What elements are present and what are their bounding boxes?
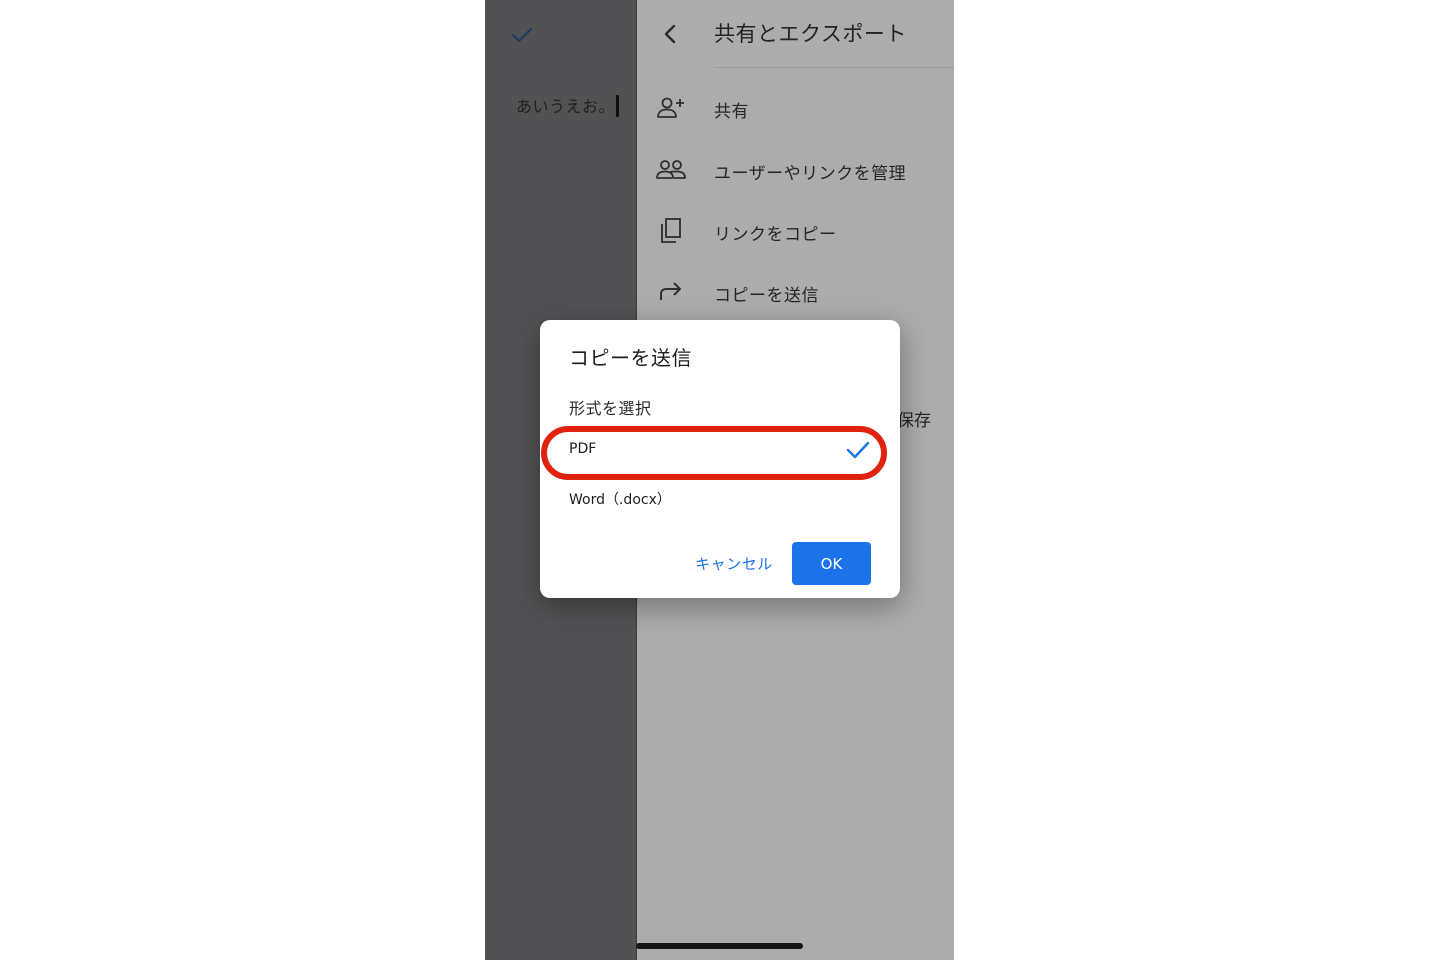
menu-item-save-partial[interactable]: 保存 [897, 406, 931, 431]
menu-item-label: リンクをコピー [714, 225, 837, 245]
chevron-left-icon [664, 24, 676, 44]
format-option-word[interactable]: Word（.docx） [540, 476, 900, 520]
format-option-pdf[interactable]: PDF [540, 428, 900, 472]
check-icon [846, 441, 870, 459]
copy-icon [655, 215, 687, 247]
cancel-button[interactable]: キャンセル [690, 542, 778, 585]
dialog-subtitle: 形式を選択 [569, 399, 652, 418]
menu-item-label: ユーザーやリンクを管理 [714, 164, 907, 184]
forward-arrow-icon [655, 276, 687, 308]
menu-item-manage-access[interactable]: ユーザーやリンクを管理 [637, 142, 954, 198]
back-button[interactable] [657, 20, 685, 48]
menu-item-copy-link[interactable]: リンクをコピー [637, 203, 954, 259]
option-label: Word（.docx） [569, 492, 671, 508]
screen: あいうえお。 共有とエクスポート 共有 ユーザーやリンクを管理 リンクをコピー … [0, 0, 1440, 960]
home-indicator [636, 943, 803, 949]
menu-item-share[interactable]: 共有 [637, 80, 954, 136]
text-cursor [616, 95, 619, 117]
menu-item-send-copy[interactable]: コピーを送信 [637, 264, 954, 320]
person-add-icon [655, 92, 687, 124]
option-label: PDF [569, 441, 597, 457]
people-icon [655, 154, 687, 186]
dialog-title: コピーを送信 [569, 346, 692, 370]
menu-item-label: コピーを送信 [714, 286, 819, 306]
send-copy-dialog: コピーを送信 形式を選択 PDF Word（.docx） キャンセル OK [540, 320, 900, 598]
menu-item-label: 共有 [714, 102, 749, 122]
ok-button[interactable]: OK [792, 542, 871, 585]
check-icon[interactable] [509, 22, 535, 48]
document-text[interactable]: あいうえお。 [516, 93, 615, 117]
header-divider [714, 67, 954, 68]
panel-header: 共有とエクスポート [637, 0, 954, 68]
panel-title: 共有とエクスポート [714, 22, 907, 46]
